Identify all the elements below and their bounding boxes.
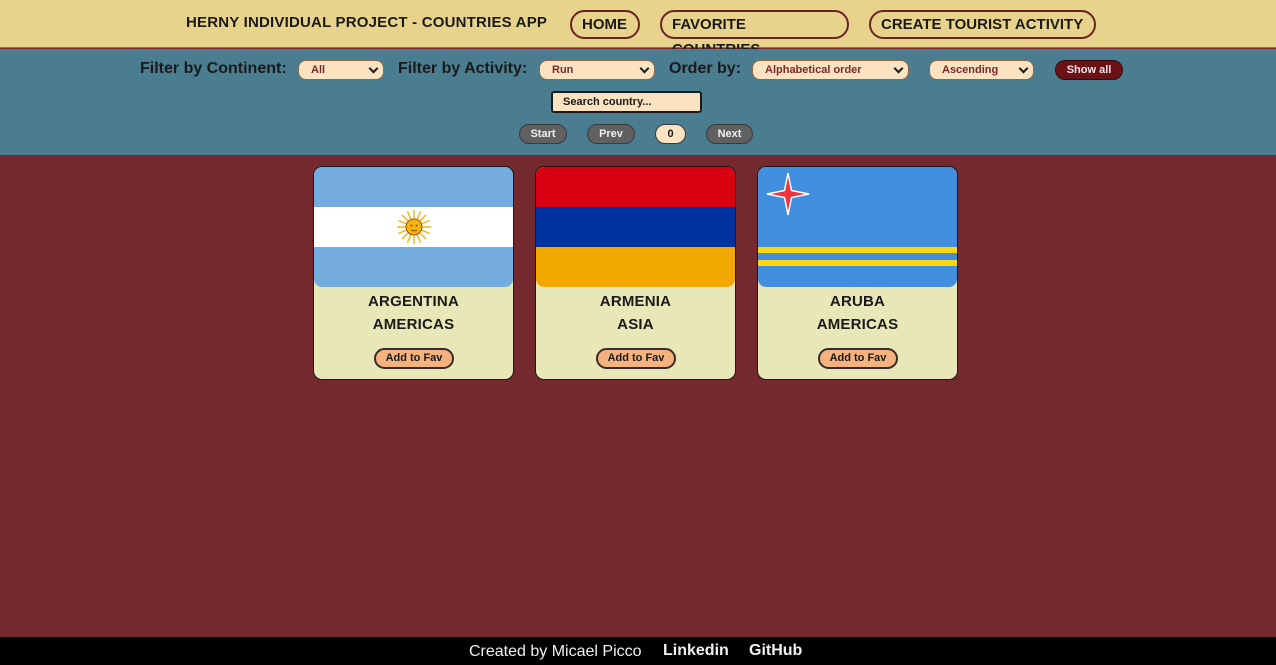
country-card[interactable]: ARMENIA ASIA Add to Fav — [535, 166, 736, 380]
country-continent: AMERICAS — [816, 316, 899, 333]
country-name: ARGENTINA — [368, 293, 459, 310]
activity-select-value: Run — [552, 64, 574, 76]
footer: Created by Micael Picco Linkedin GitHub — [0, 637, 1276, 665]
continent-select[interactable]: All — [298, 60, 384, 80]
home-button[interactable]: HOME — [570, 10, 640, 39]
country-card[interactable]: ARUBA AMERICAS Add to Fav — [757, 166, 958, 380]
country-card[interactable]: ARGENTINA AMERICAS Add to Fav — [313, 166, 514, 380]
filter-bar: Filter by Continent: All Filter by Activ… — [0, 49, 1276, 155]
add-to-fav-button[interactable]: Add to Fav — [374, 348, 454, 369]
activity-select[interactable]: Run — [539, 60, 655, 80]
footer-credit: Created by Micael Picco — [469, 643, 642, 660]
pagination-next-button[interactable]: Next — [706, 124, 753, 144]
chevron-down-icon — [893, 63, 904, 74]
github-link[interactable]: GitHub — [749, 642, 802, 660]
chevron-down-icon — [368, 63, 379, 74]
armenia-flag — [536, 167, 735, 287]
app-title: HERNY INDIVIDUAL PROJECT - COUNTRIES APP — [186, 14, 548, 31]
order-select[interactable]: Alphabetical order — [752, 60, 909, 80]
linkedin-link[interactable]: Linkedin — [663, 642, 729, 660]
country-name: ARMENIA — [599, 293, 672, 310]
create-tourist-activity-button[interactable]: CREATE TOURIST ACTIVITY — [869, 10, 1096, 39]
continent-select-value: All — [311, 64, 326, 76]
chevron-down-icon — [1018, 63, 1029, 74]
add-to-fav-button[interactable]: Add to Fav — [596, 348, 676, 369]
direction-select-value: Ascending — [942, 64, 999, 76]
order-select-value: Alphabetical order — [765, 64, 862, 76]
favorite-countries-button[interactable]: FAVORITE COUNTRIES — [660, 10, 849, 58]
pagination-start-button[interactable]: Start — [519, 124, 567, 144]
argentina-flag — [314, 167, 513, 287]
top-navbar: HERNY INDIVIDUAL PROJECT - COUNTRIES APP… — [0, 0, 1276, 58]
order-by-label: Order by: — [669, 60, 742, 77]
direction-select[interactable]: Ascending — [929, 60, 1034, 80]
show-all-button[interactable]: Show all — [1055, 60, 1123, 80]
country-continent: AMERICAS — [372, 316, 455, 333]
chevron-down-icon — [639, 63, 650, 74]
pagination-page-number: 0 — [655, 124, 686, 144]
country-continent: ASIA — [617, 316, 654, 333]
search-input[interactable]: Search country... — [551, 91, 702, 113]
country-name: ARUBA — [829, 293, 886, 310]
aruba-flag — [758, 167, 957, 287]
add-to-fav-button[interactable]: Add to Fav — [818, 348, 898, 369]
activity-filter-label: Filter by Activity: — [398, 60, 528, 77]
continent-filter-label: Filter by Continent: — [140, 60, 287, 77]
pagination-prev-button[interactable]: Prev — [587, 124, 635, 144]
